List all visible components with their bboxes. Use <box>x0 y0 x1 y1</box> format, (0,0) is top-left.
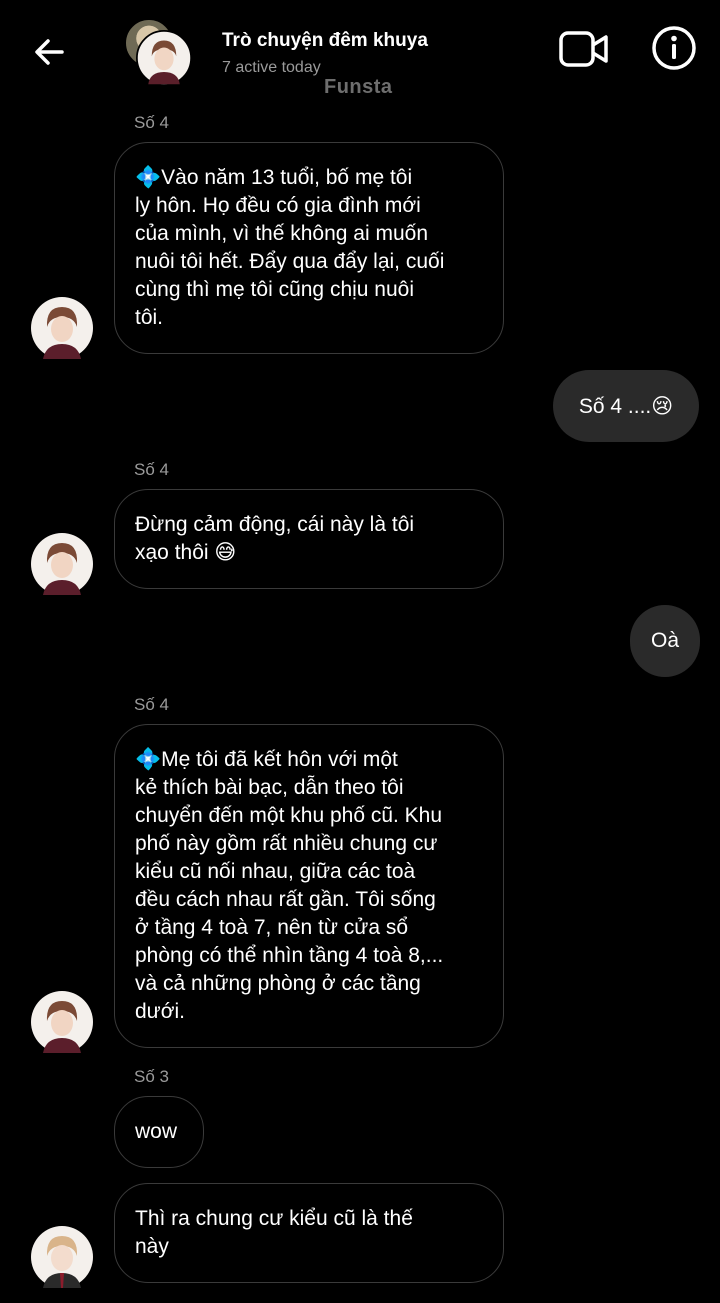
chat-header: Trò chuyện đêm khuya 7 active today Funs… <box>0 0 720 110</box>
message-text: Đừng cảm động, cái này là tôi xạo thôi 😅 <box>135 513 415 564</box>
message-text: 💠Mẹ tôi đã kết hôn với một kẻ thích bài … <box>135 748 444 1023</box>
outgoing-message-bubble[interactable]: Oà <box>630 605 700 677</box>
sender-avatar[interactable] <box>30 296 94 360</box>
video-call-icon[interactable] <box>558 28 610 70</box>
back-arrow-icon[interactable] <box>28 30 72 74</box>
message-text: Thì ra chung cư kiểu cũ là thế này <box>135 1207 413 1258</box>
sender-name: Số 4 <box>134 460 169 479</box>
group-avatar[interactable] <box>124 18 194 86</box>
incoming-message-bubble[interactable]: wow <box>114 1096 204 1168</box>
sender-avatar[interactable] <box>30 1225 94 1289</box>
incoming-message-bubble[interactable]: 💠Mẹ tôi đã kết hôn với một kẻ thích bài … <box>114 724 504 1048</box>
sender-name: Số 4 <box>134 113 169 132</box>
member-avatar-front <box>136 30 192 86</box>
sender-avatar[interactable] <box>30 990 94 1054</box>
active-status: 7 active today <box>222 59 321 76</box>
info-icon[interactable] <box>650 24 698 72</box>
sender-name: Số 3 <box>134 1067 169 1086</box>
watermark-text: Funsta <box>324 76 393 98</box>
sender-name: Số 4 <box>134 695 169 714</box>
message-text: 💠Vào năm 13 tuổi, bố mẹ tôi ly hôn. Họ đ… <box>135 166 445 329</box>
incoming-message-bubble[interactable]: 💠Vào năm 13 tuổi, bố mẹ tôi ly hôn. Họ đ… <box>114 142 504 354</box>
message-text: wow <box>135 1120 178 1143</box>
sender-avatar[interactable] <box>30 532 94 596</box>
incoming-message-bubble[interactable]: Thì ra chung cư kiểu cũ là thế này <box>114 1183 504 1283</box>
outgoing-message-bubble[interactable]: Số 4 ....😢 <box>553 370 699 442</box>
chat-title[interactable]: Trò chuyện đêm khuya <box>222 30 428 52</box>
incoming-message-bubble[interactable]: Đừng cảm động, cái này là tôi xạo thôi 😅 <box>114 489 504 589</box>
